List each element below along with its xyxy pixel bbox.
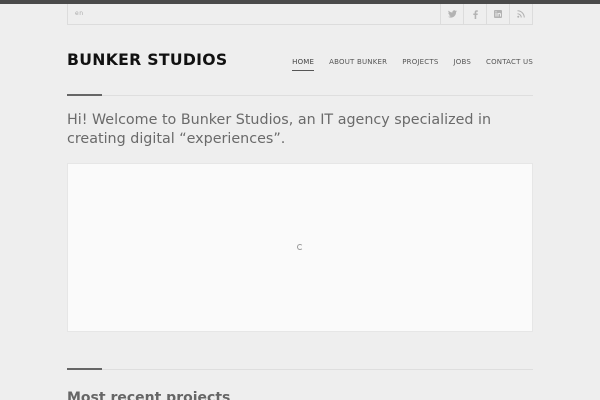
nav-about-bunker[interactable]: ABOUT BUNKER — [329, 58, 387, 71]
twitter-link[interactable] — [440, 4, 463, 24]
twitter-icon — [447, 10, 457, 18]
facebook-link[interactable] — [463, 4, 486, 24]
nav-home[interactable]: HOME — [292, 58, 315, 71]
rss-icon — [517, 10, 525, 18]
nav-projects[interactable]: PROJECTS — [402, 58, 438, 71]
divider-accent — [67, 94, 102, 96]
section-title: Most recent projects — [67, 390, 231, 400]
loading-spinner-icon — [297, 244, 303, 250]
main-nav: HOME ABOUT BUNKER PROJECTS JOBS CONTACT … — [292, 58, 533, 71]
social-links — [440, 4, 532, 24]
nav-jobs[interactable]: JOBS — [454, 58, 472, 71]
section-divider — [67, 368, 533, 370]
divider-accent — [67, 368, 102, 370]
linkedin-link[interactable] — [486, 4, 509, 24]
rss-link[interactable] — [509, 4, 532, 24]
linkedin-icon — [494, 10, 502, 18]
hero-slider[interactable] — [67, 163, 533, 332]
facebook-icon — [472, 9, 478, 19]
header-divider — [67, 94, 533, 96]
site-logo[interactable]: BUNKER STUDIOS — [67, 50, 228, 69]
language-label[interactable]: en — [75, 10, 84, 17]
top-bar: en — [67, 4, 533, 25]
nav-contact-us[interactable]: CONTACT US — [486, 58, 533, 71]
intro-text: Hi! Welcome to Bunker Studios, an IT age… — [67, 112, 492, 147]
